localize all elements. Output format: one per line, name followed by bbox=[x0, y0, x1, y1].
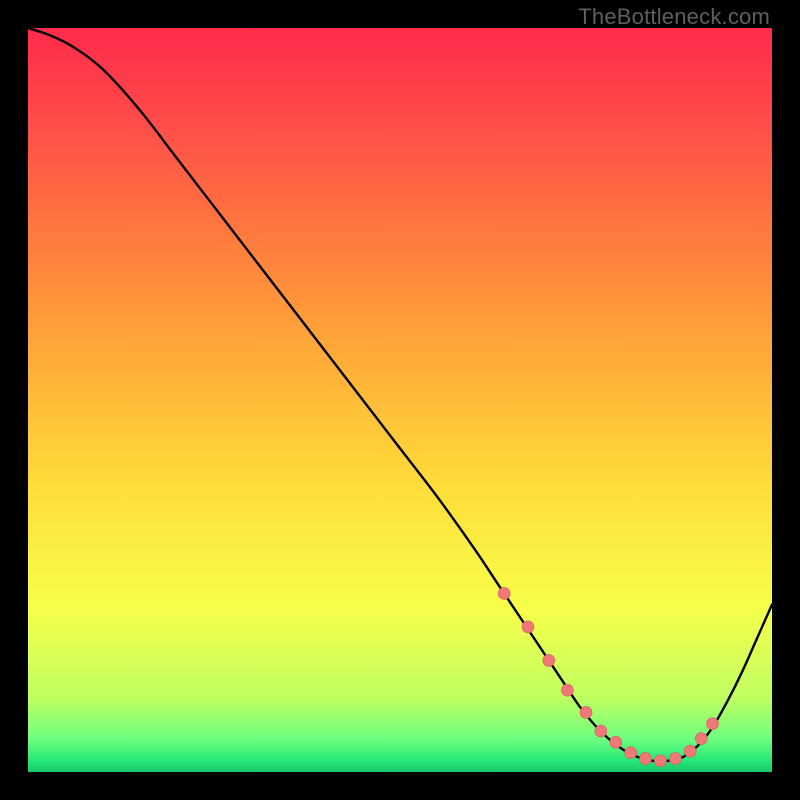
marker-dot bbox=[522, 621, 534, 633]
marker-dot bbox=[543, 654, 555, 666]
marker-dot bbox=[625, 747, 637, 759]
marker-dot bbox=[595, 725, 607, 737]
marker-dot bbox=[580, 706, 592, 718]
marker-dot bbox=[561, 684, 573, 696]
bottleneck-chart bbox=[28, 28, 772, 772]
marker-dot bbox=[498, 587, 510, 599]
marker-dot bbox=[669, 753, 681, 765]
chart-frame bbox=[28, 28, 772, 772]
gradient-background bbox=[28, 28, 772, 772]
marker-dot bbox=[640, 753, 652, 765]
marker-dot bbox=[684, 745, 696, 757]
marker-dot bbox=[654, 755, 666, 767]
marker-dot bbox=[610, 736, 622, 748]
marker-dot bbox=[695, 733, 707, 745]
watermark-text: TheBottleneck.com bbox=[578, 4, 770, 30]
marker-dot bbox=[706, 718, 718, 730]
